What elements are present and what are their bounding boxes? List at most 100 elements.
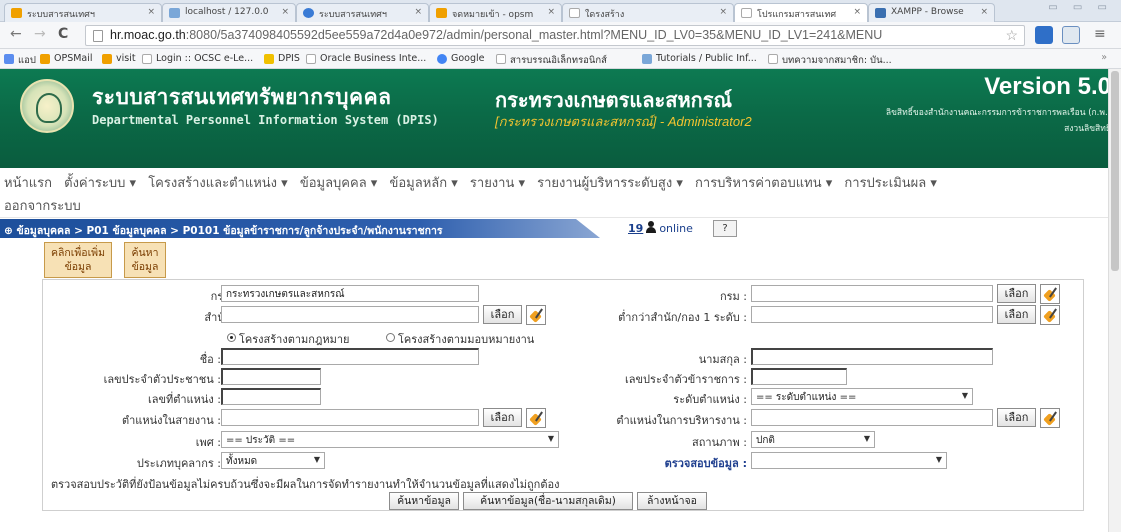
line-position-field[interactable] [221,409,479,426]
menu-structure[interactable]: โครงสร้างและตำแหน่ง ▾ [148,176,287,191]
check-data-select[interactable]: ▼ [751,452,947,469]
copyright-text: ลิขสิทธิ์ของสำนักงานคณะกรรมการข้าราชการพ… [885,108,1111,134]
office-field[interactable] [221,306,479,323]
position-no-label: เลขที่ตำแหน่ง : [147,393,221,406]
page-icon [496,54,506,64]
position-level-select[interactable]: == ระดับตำแหน่ง == ▼ [751,388,973,405]
menu-settings[interactable]: ตั้งค่าระบบ ▾ [64,176,136,191]
browser-tab-active[interactable]: โปรแกรมสารสนเทศ × [734,3,868,22]
line-position-pick-button[interactable]: เลือก [483,408,522,427]
close-icon[interactable]: × [414,7,422,17]
url-input[interactable]: hr.moac.go.th:8080/5a374098405592d5ee559… [85,25,1025,46]
structure-law-label[interactable]: โครงสร้างตามกฎหมาย [239,330,349,348]
gender-select[interactable]: == ประวัติ == ▼ [221,431,559,448]
bookmark-item[interactable]: บทความจากสมาชิก: บัน... [768,53,892,68]
personnel-search-form: กระทรวง : กระทรวงเกษตรและสหกรณ์ กรม : เล… [42,279,1084,511]
structure-assign-radio[interactable] [386,333,395,342]
app-header: ระบบสารสนเทศทรัพยากรบุคคล Departmental P… [0,69,1121,168]
position-no-field[interactable] [221,388,321,405]
close-icon[interactable]: × [147,7,155,17]
office-pick-button[interactable]: เลือก [483,305,522,324]
bookmark-item[interactable]: visit [102,53,136,64]
bookmark-item[interactable]: Oracle Business Inte... [306,53,426,64]
structure-assign-label[interactable]: โครงสร้างตามมอบหมายงาน [398,330,534,348]
department-pick-button[interactable]: เลือก [997,284,1036,303]
online-users: 19 online [628,221,693,235]
forward-icon[interactable]: → [34,26,46,42]
bookmark-item[interactable]: สารบรรณอิเล็กทรอนิกส์ [496,53,607,68]
browser-tab-bar: ระบบสารสนเทศฯ × localhost / 127.0.0 × ระ… [0,0,1121,22]
menu-personnel[interactable]: ข้อมูลบุคคล ▾ [300,176,378,191]
structure-law-radio[interactable] [227,333,236,342]
search-old-name-button[interactable]: ค้นหาข้อมูล(ชื่อ-นามสกุลเดิม) [463,492,633,510]
person-type-select[interactable]: ทั้งหมด ▼ [221,452,325,469]
close-icon[interactable]: × [853,7,861,17]
bookmark-item[interactable]: Login :: OCSC e-Le... [142,53,253,64]
browser-tab[interactable]: XAMPP - Browse × [868,3,995,22]
scrollbar-thumb[interactable] [1111,71,1119,271]
sub-office-field[interactable] [751,306,993,323]
browser-tab[interactable]: ใดรงสร้าง × [562,3,734,22]
admin-position-pick-button[interactable]: เลือก [997,408,1036,427]
close-icon[interactable]: × [547,7,555,17]
close-icon[interactable]: × [719,7,727,17]
sub-office-clear-icon[interactable] [1040,305,1060,325]
breadcrumb-text[interactable]: ⊕ ข้อมูลบุคคล > P01 ข้อมูลบุคคล > P0101 … [4,222,443,238]
add-data-tab[interactable]: คลิกเพื่อเพิ่ม ข้อมูล [44,242,112,278]
bookmark-item[interactable]: Google [437,53,485,64]
bookmark-item[interactable]: แอป [4,53,36,68]
search-button[interactable]: ค้นหาข้อมูล [389,492,459,510]
ministry-field[interactable]: กระทรวงเกษตรและสหกรณ์ [221,285,479,302]
page-scrollbar[interactable] [1108,69,1121,532]
bookmark-star-icon[interactable]: ☆ [1005,27,1018,44]
bookmark-favicon-icon [40,54,50,64]
help-button[interactable]: ? [713,220,737,237]
browser-tab[interactable]: ระบบสารสนเทศฯ × [296,3,429,22]
app-title-english: Departmental Personnel Information Syste… [92,113,439,127]
online-label: online [659,222,693,235]
main-menu-row: หน้าแรก ตั้งค่าระบบ ▾ โครงสร้างและตำแหน่… [4,172,945,193]
menu-compensation[interactable]: การบริหารค่าตอบแทน ▾ [695,176,832,191]
online-count[interactable]: 19 [628,222,643,235]
menu-reports[interactable]: รายงาน ▾ [470,176,525,191]
status-select[interactable]: ปกติ ▼ [751,431,875,448]
menu-icon[interactable]: ≡ [1094,26,1106,42]
citizen-id-field[interactable] [221,368,321,385]
admin-position-clear-icon[interactable] [1040,408,1060,428]
menu-evaluation[interactable]: การประเมินผล ▾ [844,176,937,191]
close-icon[interactable]: × [980,7,988,17]
menu-executive-reports[interactable]: รายงานผู้บริหารระดับสูง ▾ [537,176,683,191]
extension-icon[interactable] [1062,26,1080,44]
page-icon [741,8,752,18]
window-controls[interactable]: ▭ ▭ ▭ [1048,2,1113,13]
browser-tab[interactable]: จดหมายเข้า - opsm × [429,3,562,22]
office-clear-icon[interactable] [526,305,546,325]
admin-position-field[interactable] [751,409,993,426]
browser-tab[interactable]: ระบบสารสนเทศฯ × [4,3,162,22]
reload-icon[interactable]: C [58,26,68,42]
department-label: กรม : [719,290,747,303]
name-field[interactable] [221,348,479,365]
sub-office-pick-button[interactable]: เลือก [997,305,1036,324]
back-icon[interactable]: ← [10,26,22,42]
menu-home[interactable]: หน้าแรก [4,176,52,191]
civil-id-field[interactable] [751,368,847,385]
menu-logout[interactable]: ออกจากระบบ [4,199,81,214]
bookmark-item[interactable]: DPIS [264,53,300,64]
search-data-tab[interactable]: ค้นหา ข้อมูล [124,242,166,278]
bookmarks-overflow-icon[interactable]: » [1101,52,1107,63]
surname-label: นามสกุล : [698,353,747,366]
line-position-clear-icon[interactable] [526,408,546,428]
menu-master-data[interactable]: ข้อมูลหลัก ▾ [389,176,457,191]
bookmark-item[interactable]: Tutorials / Public Inf... [642,53,757,64]
line-position-label: ตำแหน่งในสายงาน : [121,414,221,427]
close-icon[interactable]: × [281,7,289,17]
clear-screen-button[interactable]: ล้างหน้าจอ [637,492,707,510]
browser-tab[interactable]: localhost / 127.0.0 × [162,3,296,22]
department-clear-icon[interactable] [1040,284,1060,304]
extension-icon[interactable] [1035,26,1053,44]
bookmark-item[interactable]: OPSMail [40,53,93,64]
surname-field[interactable] [751,348,993,365]
chevron-down-icon: ▼ [863,434,870,443]
department-field[interactable] [751,285,993,302]
